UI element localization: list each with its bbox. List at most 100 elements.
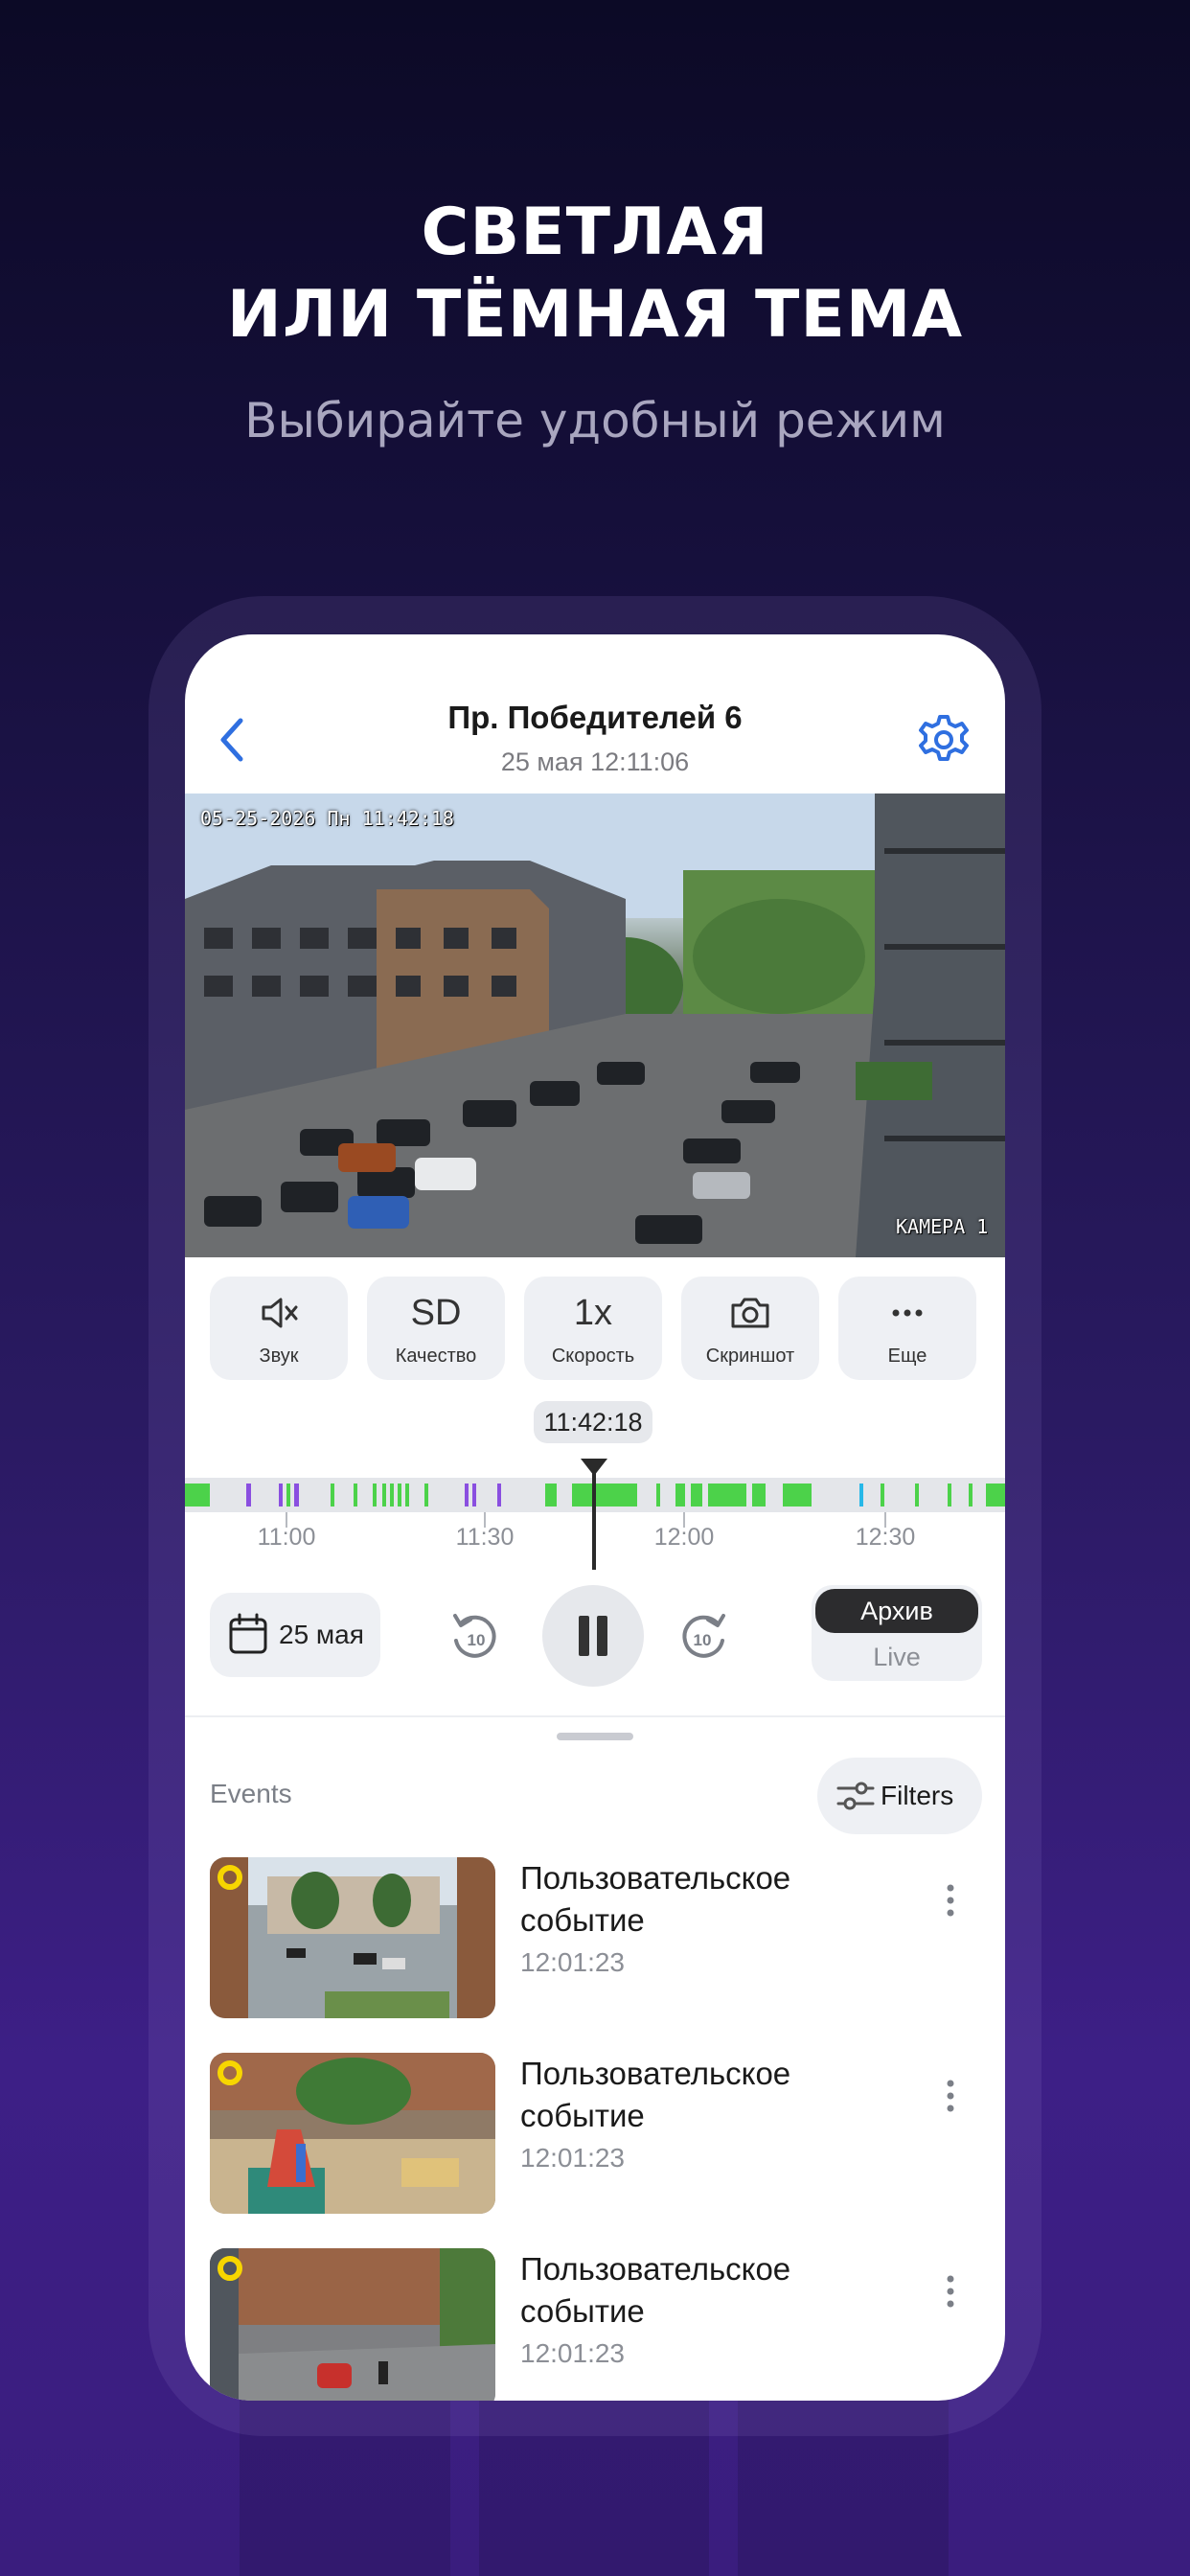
sound-button[interactable]: Звук [210,1276,348,1380]
event-thumbnail-image [210,2248,495,2401]
date-picker-button[interactable]: 25 мая [210,1593,380,1677]
event-list-item[interactable]: Пользовательское событие 12:01:23 [210,2053,982,2216]
mode-switch: Архив Live [812,1585,982,1681]
event-thumbnail [210,1857,495,2018]
event-time: 12:01:23 [520,2143,625,2173]
motion-segment [783,1484,812,1506]
event-marker-icon [217,2256,242,2281]
sheet-divider [185,1715,1005,1717]
event-marker [279,1484,283,1506]
more-horizontal-icon [892,1309,923,1317]
motion-segment [986,1484,1005,1506]
sheet-drag-handle[interactable] [557,1733,633,1740]
event-thumbnail-image [210,1857,495,2018]
camera-video-feed[interactable]: 05-25-2026 Пн 11:42:18 КАМЕРА 1 [185,794,1005,1257]
quality-value: SD [410,1293,462,1333]
forward-10-icon: 10 [682,1614,725,1658]
rewind-10-icon: 10 [453,1614,496,1658]
speed-label: Скорость [551,1346,635,1367]
event-more-button[interactable] [936,2072,965,2120]
filters-button[interactable]: Filters [817,1758,982,1834]
event-title: Пользовательское событие [520,2056,791,2133]
sound-label: Звук [259,1346,299,1367]
camera-title: Пр. Победителей 6 [447,700,743,735]
event-title: Пользовательское событие [520,2251,791,2329]
skip-back-button[interactable]: 10 [442,1602,509,1669]
promo-headline: СВЕТЛАЯ ИЛИ ТЁМНАЯ ТЕМА [0,192,1190,356]
motion-segment [424,1484,428,1506]
date-label: 25 мая [279,1620,364,1649]
motion-segment [382,1484,386,1506]
video-scene [185,794,1005,1257]
skip-back-seconds: 10 [468,1631,486,1649]
mode-archive-option[interactable]: Архив [815,1589,978,1633]
motion-segment [572,1484,637,1506]
timeline-tick-label: 11:00 [257,1524,316,1551]
event-marker [497,1484,501,1506]
app-screen: Пр. Победителей 6 25 мая 12:11:06 05-25-… [185,634,1005,2401]
event-marker [294,1484,299,1506]
event-marker [465,1484,469,1506]
more-label: Еще [887,1346,927,1367]
mute-icon [262,1298,298,1328]
settings-button[interactable] [915,711,973,769]
event-marker-icon [217,2060,242,2085]
more-vertical-icon [947,2080,954,2112]
motion-segment [675,1484,685,1506]
screenshot-label: Скриншот [705,1346,795,1367]
events-section-label: Events [210,1779,292,1808]
mode-live-option[interactable]: Live [815,1635,978,1679]
video-osd-camera: КАМЕРА 1 [896,1215,989,1238]
event-list-item[interactable]: Пользовательское событие 12:01:23 [210,1857,982,2020]
timeline-playhead[interactable] [592,1464,596,1570]
event-thumbnail-image [210,2053,495,2214]
motion-segment [185,1484,210,1506]
event-more-button[interactable] [936,2267,965,2315]
motion-segment [373,1484,377,1506]
playhead-marker-icon [581,1459,607,1476]
promo-headline-line2: ИЛИ ТЁМНАЯ ТЕМА [226,277,964,353]
more-vertical-icon [947,1884,954,1917]
quality-button[interactable]: SD Качество [367,1276,505,1380]
quality-label: Качество [395,1346,477,1367]
pause-icon [579,1616,589,1656]
speed-value: 1x [573,1293,613,1333]
skip-forward-seconds: 10 [694,1631,712,1649]
motion-segment [656,1484,660,1506]
speed-button[interactable]: 1x Скорость [524,1276,662,1380]
gear-icon [919,715,969,761]
camera-datetime: 25 мая 12:11:06 [500,748,690,776]
skip-forward-button[interactable]: 10 [670,1602,737,1669]
event-thumbnail [210,2248,495,2401]
video-osd-timestamp: 05-25-2026 Пн 11:42:18 [200,807,454,830]
motion-segment [390,1484,394,1506]
motion-segment [545,1484,557,1506]
calendar-icon [229,1613,267,1654]
motion-segment [948,1484,951,1506]
motion-segment [405,1484,409,1506]
screenshot-button[interactable]: Скриншот [681,1276,819,1380]
motion-segment [752,1484,766,1506]
filters-label: Filters [881,1781,954,1810]
event-thumbnail [210,2053,495,2214]
motion-segment [691,1484,702,1506]
motion-segment [915,1484,919,1506]
more-button[interactable]: Еще [838,1276,976,1380]
timeline-tick-label: 12:00 [653,1524,715,1551]
event-title: Пользовательское событие [520,1860,791,1938]
camera-icon [731,1298,769,1328]
motion-segment [354,1484,357,1506]
event-list-item[interactable]: Пользовательское событие 12:01:23 [210,2248,982,2401]
event-marker [246,1484,251,1506]
timeline-current-time: 11:42:18 [534,1401,652,1443]
pause-icon [597,1616,607,1656]
motion-segment [331,1484,334,1506]
event-marker-icon [217,1865,242,1890]
motion-segment [881,1484,884,1506]
motion-segment [708,1484,746,1506]
event-more-button[interactable] [936,1876,965,1924]
motion-segment [286,1484,290,1506]
pause-button[interactable] [542,1585,644,1687]
filters-icon [836,1782,875,1810]
event-time: 12:01:23 [520,2338,625,2368]
